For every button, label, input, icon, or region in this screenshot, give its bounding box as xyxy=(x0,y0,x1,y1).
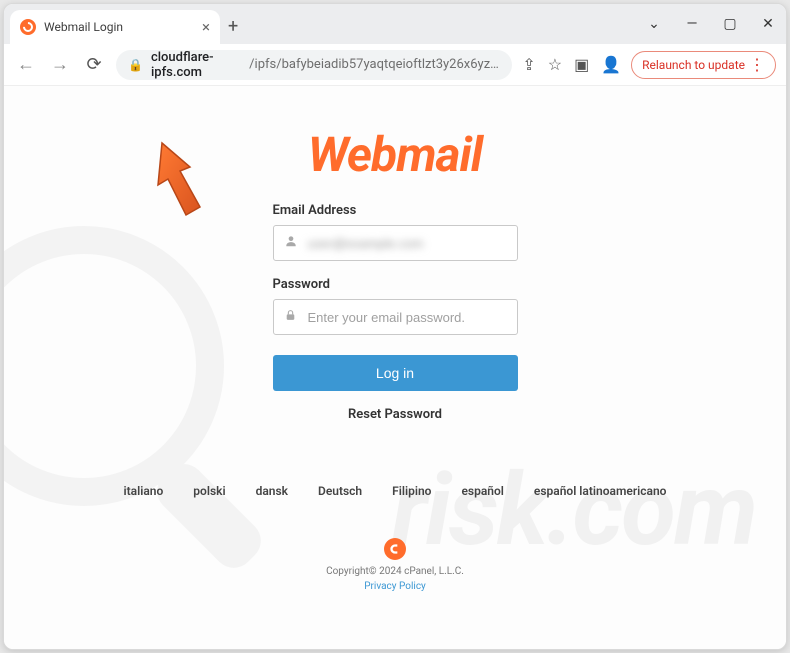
nav-reload-button[interactable]: ⟳ xyxy=(82,54,106,75)
password-field[interactable] xyxy=(308,300,517,334)
window-maximize-button[interactable]: ▢ xyxy=(720,16,740,32)
tab-close-icon[interactable]: × xyxy=(202,18,210,36)
footer: Copyright© 2024 cPanel, L.L.C. Privacy P… xyxy=(326,538,464,594)
email-label: Email Address xyxy=(273,203,518,218)
email-input-wrap[interactable] xyxy=(273,225,518,261)
page-content: risk.com Webmail Email Address Password xyxy=(4,86,786,649)
password-input-wrap[interactable] xyxy=(273,299,518,335)
user-icon xyxy=(274,234,308,252)
lang-link[interactable]: italiano xyxy=(124,484,164,498)
url-domain: cloudflare-ipfs.com xyxy=(151,50,241,80)
lang-link[interactable]: polski xyxy=(193,484,225,498)
tab-title: Webmail Login xyxy=(44,20,194,34)
address-bar-row: ← → ⟳ 🔒 cloudflare-ipfs.com/ipfs/bafybei… xyxy=(4,44,786,86)
url-path: /ipfs/bafybeiadib57yaqtqeioftlzt3y26x6yz… xyxy=(249,57,500,72)
nav-forward-button[interactable]: → xyxy=(48,54,72,75)
login-form: Email Address Password xyxy=(273,203,518,351)
address-bar[interactable]: 🔒 cloudflare-ipfs.com/ipfs/bafybeiadib57… xyxy=(116,50,512,80)
copyright-text: Copyright© 2024 cPanel, L.L.C. Privacy P… xyxy=(326,564,464,594)
profile-icon[interactable]: 👤 xyxy=(601,55,621,74)
reset-password-link[interactable]: Reset Password xyxy=(348,407,442,422)
nav-back-button[interactable]: ← xyxy=(14,54,38,75)
lock-field-icon xyxy=(274,309,308,326)
lang-link[interactable]: español latinoamericano xyxy=(534,484,667,498)
login-page: Webmail Email Address Password Lo xyxy=(4,86,786,649)
lang-link[interactable]: dansk xyxy=(256,484,288,498)
browser-window: Webmail Login × + ⌄ — ▢ ✕ ← → ⟳ 🔒 cloudf… xyxy=(3,3,787,650)
window-close-button[interactable]: ✕ xyxy=(758,16,778,32)
relaunch-button[interactable]: Relaunch to update ⋮ xyxy=(631,51,776,79)
lang-link[interactable]: Filipino xyxy=(392,484,431,498)
email-field[interactable] xyxy=(308,226,517,260)
lang-link[interactable]: español xyxy=(461,484,503,498)
window-controls: ⌄ — ▢ ✕ xyxy=(644,4,778,44)
favicon-cpanel-icon xyxy=(20,19,36,35)
login-button[interactable]: Log in xyxy=(273,355,518,391)
copyright-line: Copyright© 2024 cPanel, L.L.C. xyxy=(326,566,464,577)
browser-tab[interactable]: Webmail Login × xyxy=(10,10,220,44)
new-tab-button[interactable]: + xyxy=(228,16,238,37)
toolbar-icons: ⇪ ☆ ▣ 👤 xyxy=(522,55,621,74)
tab-list-dropdown-icon[interactable]: ⌄ xyxy=(644,16,664,32)
extensions-icon[interactable]: ▣ xyxy=(574,55,589,74)
privacy-link[interactable]: Privacy Policy xyxy=(364,581,426,592)
bookmark-star-icon[interactable]: ☆ xyxy=(548,55,562,74)
menu-dots-icon: ⋮ xyxy=(749,57,765,73)
window-minimize-button[interactable]: — xyxy=(682,16,702,32)
titlebar: Webmail Login × + ⌄ — ▢ ✕ xyxy=(4,4,786,44)
relaunch-label: Relaunch to update xyxy=(642,58,745,72)
webmail-logo: Webmail xyxy=(308,126,482,183)
cpanel-logo-icon xyxy=(384,538,406,560)
language-row: italiano polski dansk Deutsch Filipino e… xyxy=(124,484,667,498)
password-label: Password xyxy=(273,277,518,292)
lang-link[interactable]: Deutsch xyxy=(318,484,362,498)
share-icon[interactable]: ⇪ xyxy=(522,55,535,74)
lock-icon: 🔒 xyxy=(128,58,143,72)
